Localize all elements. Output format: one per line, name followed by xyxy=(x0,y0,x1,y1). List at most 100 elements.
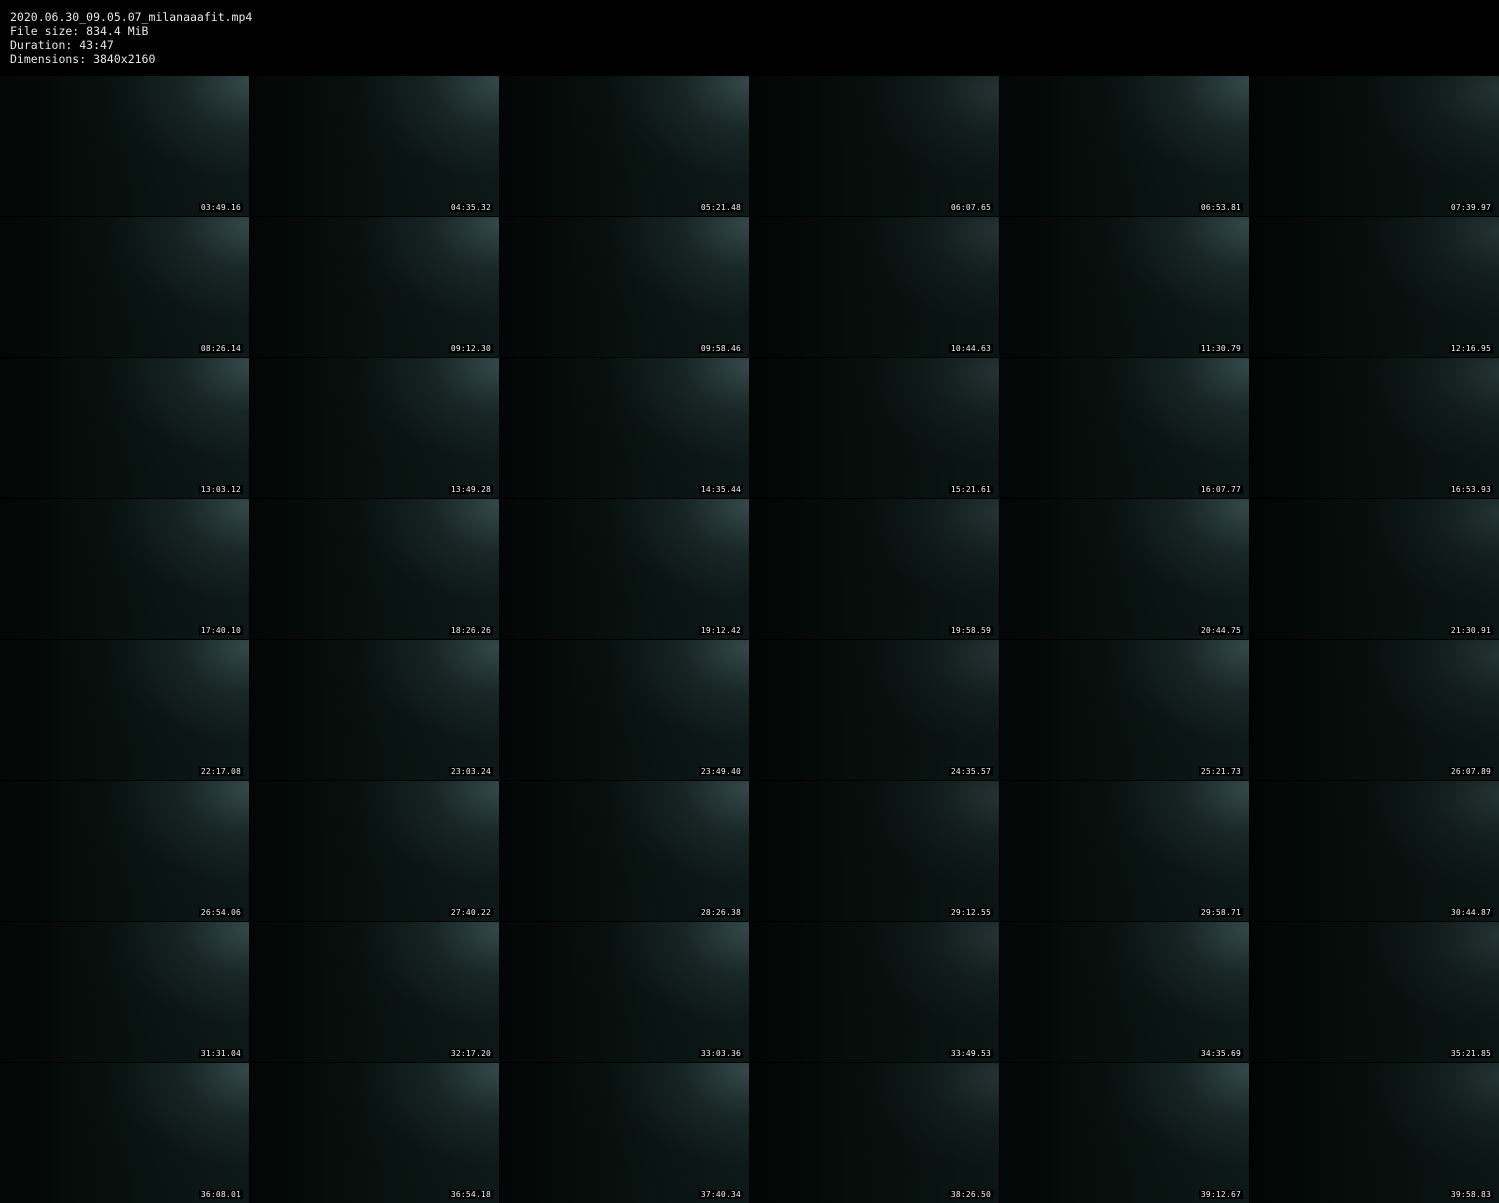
video-thumbnail[interactable]: 28:26.38 xyxy=(500,781,749,921)
video-thumbnail[interactable]: 36:08.01 xyxy=(0,1063,249,1203)
thumbnail-timestamp: 33:49.53 xyxy=(948,1049,993,1058)
video-thumbnail[interactable]: 39:58.83 xyxy=(1250,1063,1499,1203)
thumbnail-timestamp: 35:21.85 xyxy=(1448,1049,1493,1058)
thumbnail-timestamp: 15:21.61 xyxy=(948,485,993,494)
thumbnail-timestamp: 13:03.12 xyxy=(198,485,243,494)
video-thumbnail[interactable]: 13:49.28 xyxy=(250,358,499,498)
thumbnail-timestamp: 22:17.08 xyxy=(198,767,243,776)
video-info-header: 2020.06.30_09.05.07_milanaaafit.mp4 File… xyxy=(0,0,1499,76)
thumbnail-timestamp: 11:30.79 xyxy=(1198,344,1243,353)
video-thumbnail[interactable]: 09:12.30 xyxy=(250,217,499,357)
thumbnail-timestamp: 39:12.67 xyxy=(1198,1190,1243,1199)
video-thumbnail[interactable]: 30:44.87 xyxy=(1250,781,1499,921)
duration: Duration: 43:47 xyxy=(10,38,114,52)
video-thumbnail[interactable]: 37:40.34 xyxy=(500,1063,749,1203)
thumbnail-timestamp: 29:12.55 xyxy=(948,908,993,917)
thumbnail-timestamp: 05:21.48 xyxy=(698,203,743,212)
video-thumbnail[interactable]: 24:35.57 xyxy=(750,640,999,780)
thumbnail-timestamp: 17:40.10 xyxy=(198,626,243,635)
video-thumbnail[interactable]: 19:58.59 xyxy=(750,499,999,639)
thumbnail-timestamp: 09:58.46 xyxy=(698,344,743,353)
thumbnail-timestamp: 10:44.63 xyxy=(948,344,993,353)
thumbnail-timestamp: 33:03.36 xyxy=(698,1049,743,1058)
video-thumbnail[interactable]: 36:54.18 xyxy=(250,1063,499,1203)
video-thumbnail[interactable]: 19:12.42 xyxy=(500,499,749,639)
video-thumbnail[interactable]: 34:35.69 xyxy=(1000,922,1249,1062)
thumbnail-timestamp: 32:17.20 xyxy=(448,1049,493,1058)
thumbnail-timestamp: 37:40.34 xyxy=(698,1190,743,1199)
thumbnail-timestamp: 30:44.87 xyxy=(1448,908,1493,917)
video-thumbnail[interactable]: 14:35.44 xyxy=(500,358,749,498)
thumbnail-timestamp: 34:35.69 xyxy=(1198,1049,1243,1058)
video-thumbnail[interactable]: 09:58.46 xyxy=(500,217,749,357)
thumbnail-timestamp: 39:58.83 xyxy=(1448,1190,1493,1199)
video-thumbnail[interactable]: 23:03.24 xyxy=(250,640,499,780)
thumbnail-timestamp: 24:35.57 xyxy=(948,767,993,776)
thumbnail-timestamp: 12:16.95 xyxy=(1448,344,1493,353)
video-thumbnail[interactable]: 10:44.63 xyxy=(750,217,999,357)
video-thumbnail[interactable]: 12:16.95 xyxy=(1250,217,1499,357)
video-thumbnail[interactable]: 16:53.93 xyxy=(1250,358,1499,498)
thumbnail-timestamp: 06:07.65 xyxy=(948,203,993,212)
file-size: File size: 834.4 MiB xyxy=(10,24,149,38)
thumbnail-timestamp: 19:12.42 xyxy=(698,626,743,635)
video-thumbnail[interactable]: 08:26.14 xyxy=(0,217,249,357)
thumbnail-timestamp: 18:26.26 xyxy=(448,626,493,635)
video-thumbnail[interactable]: 15:21.61 xyxy=(750,358,999,498)
video-thumbnail[interactable]: 31:31.04 xyxy=(0,922,249,1062)
video-thumbnail[interactable]: 18:26.26 xyxy=(250,499,499,639)
video-thumbnail[interactable]: 20:44.75 xyxy=(1000,499,1249,639)
video-thumbnail[interactable]: 05:21.48 xyxy=(500,76,749,216)
video-thumbnail[interactable]: 11:30.79 xyxy=(1000,217,1249,357)
file-name: 2020.06.30_09.05.07_milanaaafit.mp4 xyxy=(10,10,253,24)
thumbnail-timestamp: 25:21.73 xyxy=(1198,767,1243,776)
thumbnail-grid: 03:49.16 04:35.32 05:21.48 06:07.65 06:53.81… xyxy=(0,76,1499,1203)
video-thumbnail[interactable]: 03:49.16 xyxy=(0,76,249,216)
thumbnail-timestamp: 03:49.16 xyxy=(198,203,243,212)
video-thumbnail[interactable]: 16:07.77 xyxy=(1000,358,1249,498)
video-thumbnail[interactable]: 32:17.20 xyxy=(250,922,499,1062)
thumbnail-timestamp: 26:54.06 xyxy=(198,908,243,917)
video-thumbnail[interactable]: 29:58.71 xyxy=(1000,781,1249,921)
video-thumbnail[interactable]: 39:12.67 xyxy=(1000,1063,1249,1203)
thumbnail-timestamp: 19:58.59 xyxy=(948,626,993,635)
video-thumbnail[interactable]: 22:17.08 xyxy=(0,640,249,780)
video-thumbnail[interactable]: 35:21.85 xyxy=(1250,922,1499,1062)
video-thumbnail[interactable]: 33:03.36 xyxy=(500,922,749,1062)
thumbnail-timestamp: 20:44.75 xyxy=(1198,626,1243,635)
thumbnail-timestamp: 13:49.28 xyxy=(448,485,493,494)
thumbnail-timestamp: 14:35.44 xyxy=(698,485,743,494)
thumbnail-timestamp: 26:07.89 xyxy=(1448,767,1493,776)
thumbnail-timestamp: 23:49.40 xyxy=(698,767,743,776)
video-thumbnail[interactable]: 26:54.06 xyxy=(0,781,249,921)
video-thumbnail[interactable]: 26:07.89 xyxy=(1250,640,1499,780)
video-thumbnail[interactable]: 29:12.55 xyxy=(750,781,999,921)
thumbnail-timestamp: 06:53.81 xyxy=(1198,203,1243,212)
thumbnail-timestamp: 36:08.01 xyxy=(198,1190,243,1199)
thumbnail-timestamp: 29:58.71 xyxy=(1198,908,1243,917)
dimensions: Dimensions: 3840x2160 xyxy=(10,52,156,66)
video-thumbnail[interactable]: 25:21.73 xyxy=(1000,640,1249,780)
video-thumbnail[interactable]: 33:49.53 xyxy=(750,922,999,1062)
video-thumbnail[interactable]: 23:49.40 xyxy=(500,640,749,780)
thumbnail-timestamp: 31:31.04 xyxy=(198,1049,243,1058)
thumbnail-timestamp: 36:54.18 xyxy=(448,1190,493,1199)
video-thumbnail[interactable]: 17:40.10 xyxy=(0,499,249,639)
video-thumbnail[interactable]: 06:07.65 xyxy=(750,76,999,216)
thumbnail-timestamp: 38:26.50 xyxy=(948,1190,993,1199)
video-thumbnail[interactable]: 04:35.32 xyxy=(250,76,499,216)
video-thumbnail[interactable]: 06:53.81 xyxy=(1000,76,1249,216)
thumbnail-timestamp: 28:26.38 xyxy=(698,908,743,917)
thumbnail-timestamp: 16:53.93 xyxy=(1448,485,1493,494)
thumbnail-timestamp: 09:12.30 xyxy=(448,344,493,353)
video-thumbnail[interactable]: 21:30.91 xyxy=(1250,499,1499,639)
thumbnail-timestamp: 23:03.24 xyxy=(448,767,493,776)
video-thumbnail[interactable]: 38:26.50 xyxy=(750,1063,999,1203)
thumbnail-timestamp: 04:35.32 xyxy=(448,203,493,212)
video-thumbnail[interactable]: 07:39.97 xyxy=(1250,76,1499,216)
video-thumbnail[interactable]: 13:03.12 xyxy=(0,358,249,498)
video-thumbnail[interactable]: 27:40.22 xyxy=(250,781,499,921)
thumbnail-timestamp: 27:40.22 xyxy=(448,908,493,917)
thumbnail-timestamp: 16:07.77 xyxy=(1198,485,1243,494)
thumbnail-timestamp: 08:26.14 xyxy=(198,344,243,353)
